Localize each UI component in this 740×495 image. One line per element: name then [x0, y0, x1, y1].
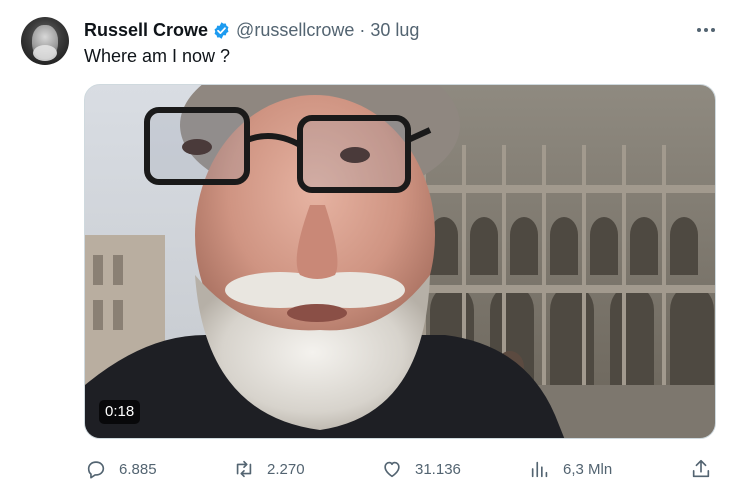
tweet-header: Russell Crowe @russellcrowe · 30 lug	[84, 18, 419, 42]
like-icon	[384, 461, 400, 478]
author-handle[interactable]: @russellcrowe	[236, 20, 354, 41]
video-frame	[85, 85, 715, 438]
views-button[interactable]: 6,3 Mln	[529, 458, 612, 480]
repost-icon	[236, 460, 252, 478]
action-bar: 6.885 2.270 31.136 6,3 Mln	[0, 458, 740, 480]
like-count: 31.136	[415, 460, 461, 478]
tweet-text: Where am I now ?	[84, 46, 231, 66]
video-duration: 0:18	[99, 400, 141, 424]
views-icon	[531, 461, 548, 478]
author-avatar[interactable]	[21, 17, 69, 65]
tweet-timestamp[interactable]: 30 lug	[370, 20, 419, 41]
share-icon[interactable]	[690, 458, 712, 480]
separator-dot: ·	[359, 19, 366, 40]
author-name[interactable]: Russell Crowe	[84, 20, 208, 41]
tweet-video[interactable]	[84, 84, 716, 439]
repost-button[interactable]: 2.270	[233, 458, 305, 480]
more-icon[interactable]	[694, 20, 718, 40]
reply-count: 6.885	[119, 460, 157, 478]
views-count: 6,3 Mln	[563, 460, 613, 478]
repost-count: 2.270	[267, 460, 305, 478]
like-button[interactable]: 31.136	[381, 458, 461, 480]
avatar-beard	[33, 45, 57, 61]
reply-icon	[87, 461, 105, 479]
verified-badge-icon	[214, 21, 229, 39]
reply-button[interactable]: 6.885	[85, 458, 157, 480]
